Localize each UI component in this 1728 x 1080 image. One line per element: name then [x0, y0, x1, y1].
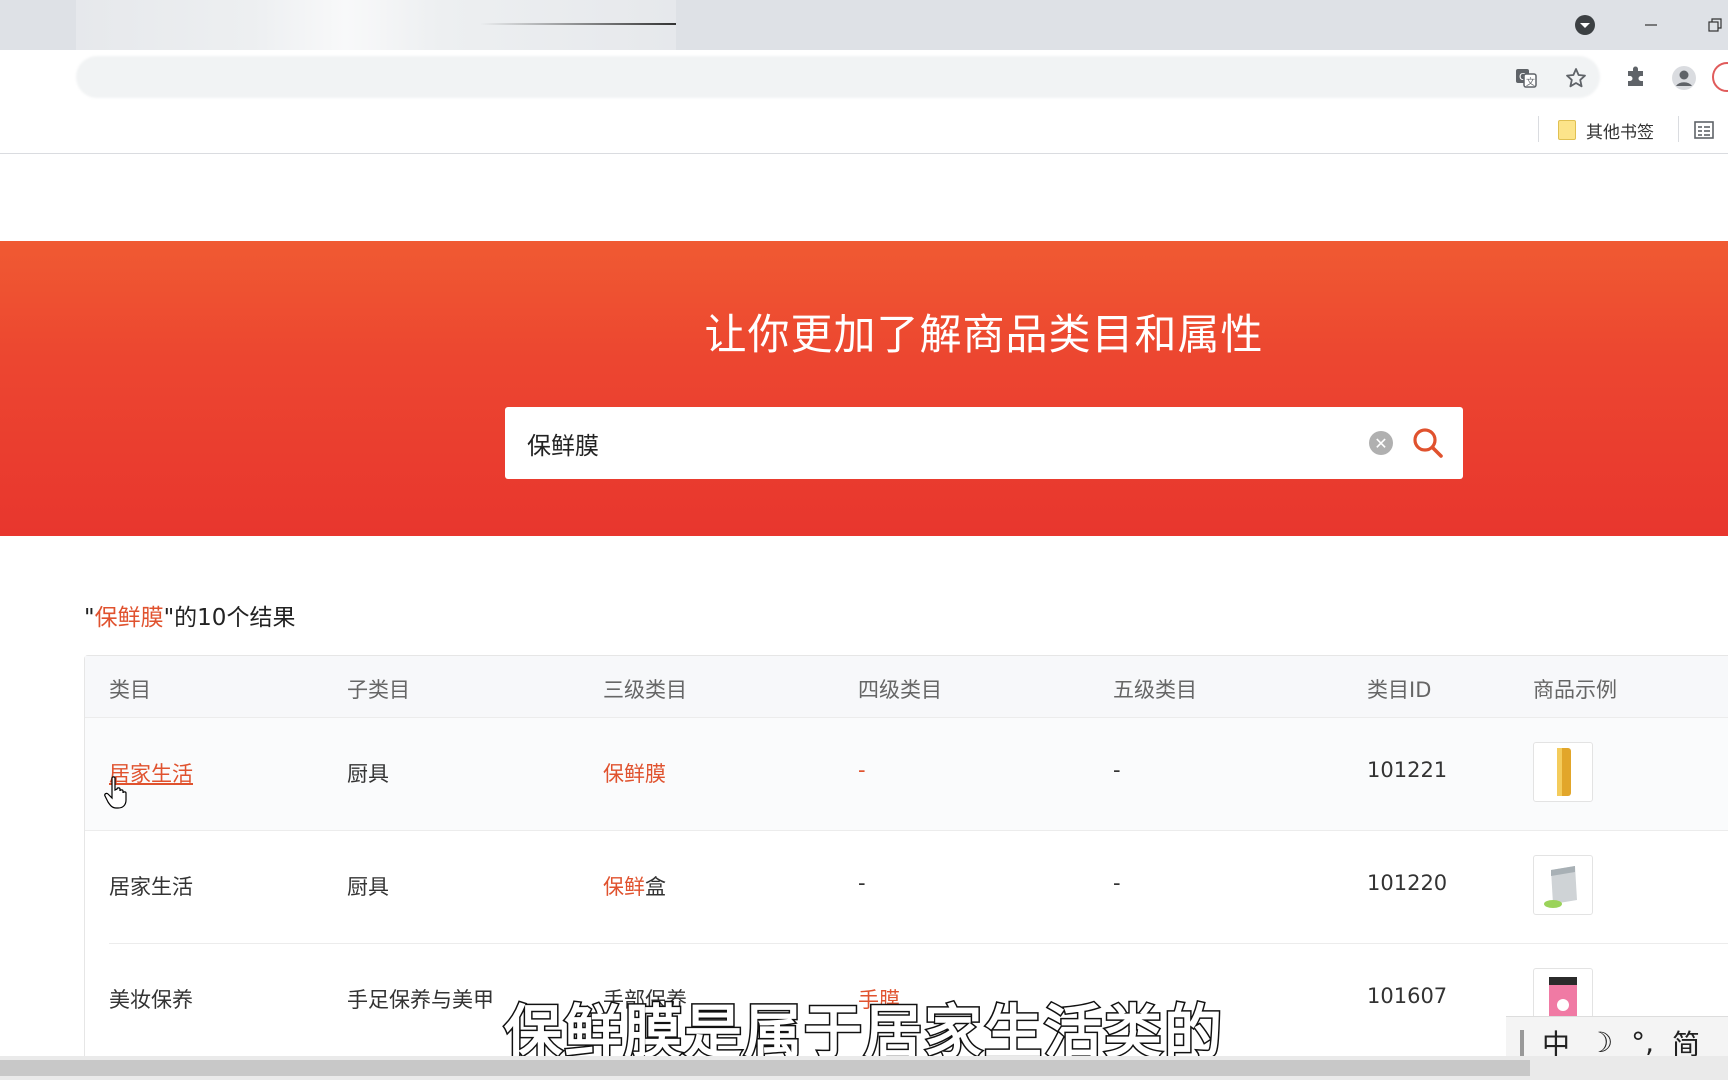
header-level5: 五级类目: [1113, 678, 1197, 702]
bookmarks-bar: 其他书签: [0, 106, 1728, 154]
other-bookmarks-folder[interactable]: 其他书签: [1558, 118, 1654, 143]
header-level4: 四级类目: [858, 678, 942, 702]
horizontal-scrollbar[interactable]: [0, 1056, 1728, 1080]
browser-tab-strip: [0, 0, 1728, 50]
header-example: 商品示例: [1533, 678, 1617, 702]
bookmark-separator: [1538, 116, 1539, 142]
svg-text:文: 文: [1526, 76, 1535, 88]
table-header: 类目 子类目 三级类目 四级类目 五级类目 类目ID 商品示例: [85, 656, 1728, 718]
result-keyword: 保鲜膜: [94, 605, 164, 631]
mouse-cursor: [104, 776, 130, 810]
subcategory-cell: 厨具: [347, 875, 389, 899]
site-header: [0, 155, 1728, 241]
level3-highlight: 保鲜: [603, 875, 645, 899]
table-row: 居家生活 厨具 保鲜盒 - - 101220: [109, 831, 1728, 944]
clear-icon[interactable]: ✕: [1369, 431, 1393, 455]
result-quote: ": [84, 605, 95, 631]
search-box: ✕: [505, 407, 1463, 479]
table-row: 居家生活 厨具 保鲜膜 - - 101221: [85, 718, 1728, 831]
star-icon[interactable]: [1562, 64, 1590, 92]
product-thumbnail[interactable]: [1533, 855, 1593, 915]
level3-rest: 盒: [645, 875, 666, 899]
profile-icon[interactable]: [1670, 64, 1698, 92]
search-icon[interactable]: [1410, 425, 1446, 461]
product-thumbnail[interactable]: [1533, 742, 1593, 802]
ime-drag-handle[interactable]: [1520, 1029, 1524, 1056]
hero-banner: 让你更加了解商品类目和属性 ✕: [0, 241, 1728, 536]
header-subcategory: 子类目: [347, 678, 410, 702]
header-category: 类目: [109, 678, 151, 702]
category-cell[interactable]: 居家生活: [109, 871, 193, 901]
folder-icon: [1558, 120, 1576, 140]
moon-icon[interactable]: ☽: [1588, 1026, 1613, 1059]
level5-cell: -: [1113, 758, 1121, 782]
level4-cell: -: [858, 871, 866, 895]
search-input[interactable]: [527, 407, 1347, 479]
hero-title: 让你更加了解商品类目和属性: [704, 310, 1264, 359]
restore-icon[interactable]: [1700, 10, 1728, 40]
scrollbar-thumb[interactable]: [0, 1060, 1530, 1076]
tab-search-icon[interactable]: [1570, 10, 1600, 40]
translate-icon[interactable]: G文: [1512, 64, 1540, 92]
level3-cell: 保鲜盒: [603, 871, 666, 901]
level3-cell: 保鲜膜: [603, 762, 666, 786]
level4-cell: -: [858, 758, 866, 782]
minimize-icon[interactable]: [1636, 10, 1666, 40]
extension-icon[interactable]: [1622, 64, 1650, 92]
browser-toolbar: G文: [0, 50, 1728, 106]
update-menu-icon[interactable]: [1712, 62, 1728, 92]
address-bar[interactable]: [76, 56, 1600, 98]
tab-loading-bar: [480, 23, 676, 25]
result-suffix: "的10个结果: [163, 605, 296, 631]
reading-list-icon[interactable]: [1690, 116, 1718, 144]
subcategory-cell: 厨具: [347, 762, 389, 786]
header-level3: 三级类目: [603, 678, 687, 702]
result-count: "保鲜膜"的10个结果: [84, 598, 295, 632]
category-id-cell: 101220: [1367, 871, 1448, 895]
header-category-id: 类目ID: [1367, 678, 1432, 702]
active-tab[interactable]: [76, 0, 676, 50]
category-id-cell: 101221: [1367, 758, 1448, 782]
other-bookmarks-label: 其他书签: [1586, 122, 1654, 143]
level5-cell: -: [1113, 871, 1121, 895]
ime-punct-toggle[interactable]: °,: [1631, 1026, 1654, 1059]
bookmark-separator: [1678, 116, 1679, 142]
